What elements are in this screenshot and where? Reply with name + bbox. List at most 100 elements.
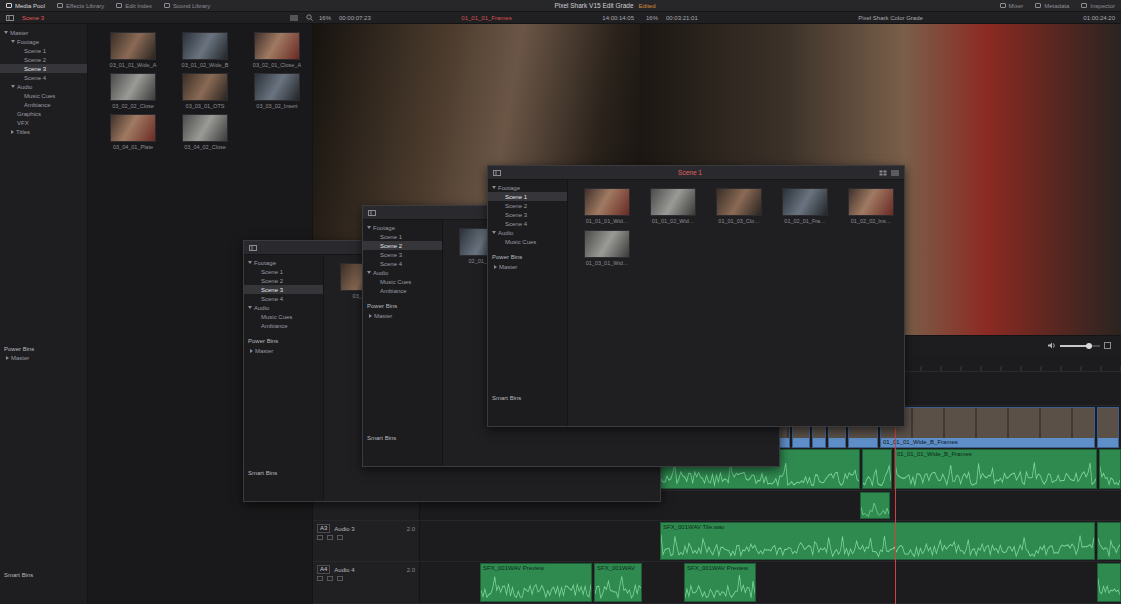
disclosure-icon[interactable]: [492, 231, 496, 234]
clip-thumbnail[interactable]: 03_01_02_Wide_B: [174, 32, 236, 68]
bin-item[interactable]: Music Cues: [0, 91, 87, 100]
view-mode-icon: [879, 170, 887, 176]
bin-item[interactable]: Scene 3: [0, 64, 87, 73]
bin-item[interactable]: Footage: [488, 183, 567, 192]
solo-button[interactable]: [327, 535, 333, 540]
disclosure-icon[interactable]: [248, 306, 252, 309]
timeline-clip[interactable]: SFX_001WAV Preview: [684, 563, 756, 602]
bin-item[interactable]: Scene 4: [244, 294, 323, 303]
bin-item[interactable]: VFX: [0, 118, 87, 127]
timeline-zoom[interactable]: 16%: [646, 15, 658, 21]
clip-thumbnail[interactable]: 01_01_02_Wid…: [644, 188, 702, 224]
bin-item[interactable]: Ambiance: [363, 286, 442, 295]
panel-tab[interactable]: Effects Library: [57, 1, 104, 11]
disclosure-icon[interactable]: [11, 40, 15, 43]
timeline-clip[interactable]: 01_01_01_Wide_B_Frames: [894, 449, 1097, 490]
timeline-clip[interactable]: SFX_001WAV: [594, 563, 642, 602]
panel-tab[interactable]: Sound Library: [164, 1, 210, 11]
panel-tab[interactable]: Mixer: [1000, 1, 1024, 11]
disclosure-icon[interactable]: [367, 226, 371, 229]
clip-thumbnail[interactable]: 03_02_01_Close_A: [246, 32, 308, 68]
clip-thumbnail[interactable]: 03_03_01_OTS: [174, 73, 236, 109]
bin-item[interactable]: Scene 2: [0, 55, 87, 64]
disclosure-icon[interactable]: [11, 85, 15, 88]
timeline-clip[interactable]: [1099, 449, 1121, 490]
clip-thumbnail[interactable]: 01_02_02_Ins…: [842, 188, 900, 224]
panel-tab[interactable]: Media Pool: [6, 1, 45, 11]
bin-item[interactable]: Footage: [244, 258, 323, 267]
panel-tab[interactable]: Metadata: [1035, 1, 1069, 11]
disclosure-icon[interactable]: [11, 130, 14, 134]
clip-thumbnail[interactable]: 03_01_01_Wide_A: [102, 32, 164, 68]
bin-item[interactable]: Ambiance: [0, 100, 87, 109]
clip-thumbnail[interactable]: 01_03_01_Wid…: [578, 230, 636, 266]
window-header[interactable]: Scene 1: [488, 166, 904, 180]
timeline-clip[interactable]: 01_01_01_Wide_B_Frames: [880, 407, 1095, 448]
bin-item[interactable]: Titles: [0, 127, 87, 136]
power-bin[interactable]: Master: [363, 311, 442, 320]
volume-knob[interactable]: [1086, 343, 1092, 349]
bin-item[interactable]: Audio: [363, 268, 442, 277]
bin-item[interactable]: Scene 2: [363, 241, 442, 250]
disclosure-icon[interactable]: [492, 186, 496, 189]
bin-item[interactable]: Scene 1: [244, 267, 323, 276]
disclosure-icon[interactable]: [4, 31, 8, 34]
timeline-clip[interactable]: SFX_001WAV Tile.wav: [660, 522, 1095, 560]
bin-item[interactable]: Scene 3: [244, 285, 323, 294]
bin-item[interactable]: Scene 2: [244, 276, 323, 285]
clip-thumbnail[interactable]: 03_02_02_Close: [102, 73, 164, 109]
bin-item[interactable]: Master: [0, 28, 87, 37]
panel-tab[interactable]: Inspector: [1081, 1, 1115, 11]
clip-thumbnail[interactable]: 01_01_01_Wid…: [578, 188, 636, 224]
lock-button[interactable]: [317, 576, 323, 581]
bin-item[interactable]: Graphics: [0, 109, 87, 118]
disclosure-icon[interactable]: [367, 271, 371, 274]
track-name[interactable]: Audio 3: [334, 526, 354, 532]
timeline-clip[interactable]: SFX_001WAV Preview: [480, 563, 592, 602]
clip-thumbnail[interactable]: 03_03_02_Insert: [246, 73, 308, 109]
mute-button[interactable]: [337, 576, 343, 581]
track-name[interactable]: Audio 4: [334, 567, 354, 573]
panel-tab[interactable]: Edit Index: [116, 1, 152, 11]
bin-item[interactable]: Audio: [488, 228, 567, 237]
volume-track[interactable]: [1060, 345, 1100, 347]
bin-item[interactable]: Scene 4: [363, 259, 442, 268]
bin-item[interactable]: Ambiance: [244, 321, 323, 330]
bin-item[interactable]: Scene 4: [0, 73, 87, 82]
timeline-clip[interactable]: [1097, 407, 1119, 448]
power-bin[interactable]: Master: [244, 346, 323, 355]
mute-button[interactable]: [337, 535, 343, 540]
bin-item[interactable]: Music Cues: [488, 237, 567, 246]
clip-thumbnail[interactable]: 01_02_01_Fra…: [776, 188, 834, 224]
disclosure-icon[interactable]: [248, 261, 252, 264]
solo-button[interactable]: [327, 576, 333, 581]
bin-item[interactable]: Audio: [0, 82, 87, 91]
power-bin[interactable]: Master: [0, 354, 87, 363]
bin-item[interactable]: Scene 4: [488, 219, 567, 228]
timeline-name[interactable]: Pixel Shark Color Grade: [858, 15, 923, 21]
bin-name[interactable]: Scene 3: [22, 15, 44, 21]
bin-item[interactable]: Scene 1: [488, 192, 567, 201]
source-zoom[interactable]: 16%: [319, 15, 331, 21]
bin-item[interactable]: Scene 3: [488, 210, 567, 219]
bin-item[interactable]: Footage: [0, 37, 87, 46]
lock-button[interactable]: [317, 535, 323, 540]
timeline-clip[interactable]: [860, 492, 890, 519]
clip-thumbnail[interactable]: 03_04_02_Close: [174, 114, 236, 150]
bin-item[interactable]: Music Cues: [244, 312, 323, 321]
source-clip[interactable]: 01_01_01_Frames: [461, 15, 511, 21]
bin-item[interactable]: Music Cues: [363, 277, 442, 286]
bin-item[interactable]: Audio: [244, 303, 323, 312]
clip-thumbnail[interactable]: 01_01_03_Clo…: [710, 188, 768, 224]
bin-item[interactable]: Scene 1: [363, 232, 442, 241]
bin-item[interactable]: Scene 3: [363, 250, 442, 259]
timeline-clip[interactable]: [1097, 563, 1121, 602]
timeline-clip[interactable]: [862, 449, 892, 490]
bin-item[interactable]: Scene 1: [0, 46, 87, 55]
bin-item[interactable]: Footage: [363, 223, 442, 232]
power-bin[interactable]: Master: [488, 262, 567, 271]
bin-window[interactable]: Scene 1FootageScene 1Scene 2Scene 3Scene…: [487, 165, 905, 427]
clip-thumbnail[interactable]: 03_04_01_Plate: [102, 114, 164, 150]
bin-item[interactable]: Scene 2: [488, 201, 567, 210]
timeline-clip[interactable]: [1097, 522, 1121, 560]
